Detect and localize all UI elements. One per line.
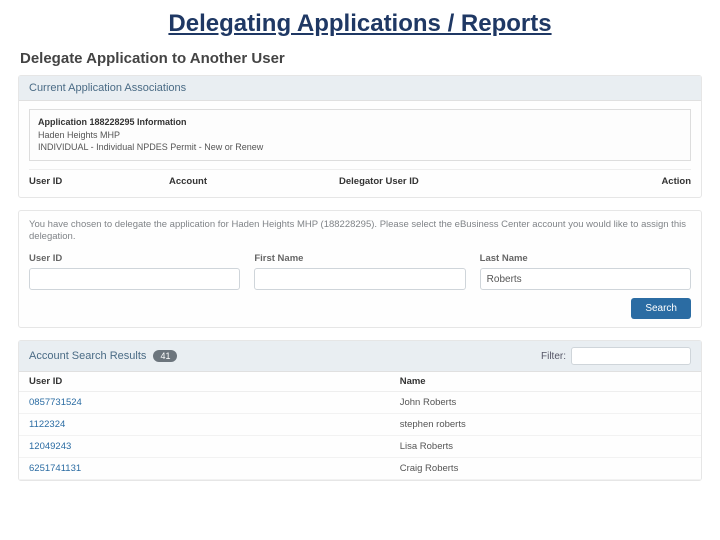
col-delegator: Delegator User ID <box>339 176 631 187</box>
results-table-header: User ID Name <box>19 372 701 392</box>
table-row[interactable]: 0857731524John Roberts <box>19 392 701 414</box>
user-id-input[interactable] <box>29 268 240 290</box>
table-row[interactable]: 6251741131Craig Roberts <box>19 458 701 480</box>
col-results-user-id: User ID <box>29 376 400 387</box>
table-row[interactable]: 12049243Lisa Roberts <box>19 436 701 458</box>
result-user-id: 1122324 <box>29 419 400 430</box>
col-account: Account <box>169 176 339 187</box>
result-name: Craig Roberts <box>400 463 691 474</box>
panel-associations-title: Current Application Associations <box>29 82 186 94</box>
search-instruction: You have chosen to delegate the applicat… <box>29 219 691 244</box>
panel-associations-header: Current Application Associations <box>19 76 701 101</box>
results-count-badge: 41 <box>153 350 177 362</box>
result-user-id: 6251741131 <box>29 463 400 474</box>
table-row[interactable]: 1122324stephen roberts <box>19 414 701 436</box>
panel-associations: Current Application Associations Applica… <box>18 75 702 198</box>
label-last-name: Last Name <box>480 253 691 264</box>
filter-label: Filter: <box>541 351 566 362</box>
result-name: Lisa Roberts <box>400 441 691 452</box>
col-user-id: User ID <box>29 176 169 187</box>
col-action: Action <box>631 176 691 187</box>
application-info-line1: Haden Heights MHP <box>38 129 682 142</box>
result-user-id: 12049243 <box>29 441 400 452</box>
panel-results-header: Account Search Results 41 Filter: <box>19 341 701 372</box>
result-name: John Roberts <box>400 397 691 408</box>
result-name: stephen roberts <box>400 419 691 430</box>
last-name-input[interactable] <box>480 268 691 290</box>
results-title: Account Search Results <box>29 350 146 362</box>
col-results-name: Name <box>400 376 691 387</box>
first-name-input[interactable] <box>254 268 465 290</box>
filter-input[interactable] <box>571 347 691 365</box>
panel-results: Account Search Results 41 Filter: User I… <box>18 340 702 481</box>
application-info-title: Application 188228295 Information <box>38 116 682 129</box>
page-heading: Delegate Application to Another User <box>20 50 702 67</box>
result-user-id: 0857731524 <box>29 397 400 408</box>
slide-title: Delegating Applications / Reports <box>0 0 720 46</box>
application-info-line2: INDIVIDUAL - Individual NPDES Permit - N… <box>38 141 682 154</box>
search-button[interactable]: Search <box>631 298 691 319</box>
panel-search: You have chosen to delegate the applicat… <box>18 210 702 329</box>
application-info-box: Application 188228295 Information Haden … <box>29 109 691 161</box>
assoc-table-header: User ID Account Delegator User ID Action <box>29 169 691 189</box>
label-first-name: First Name <box>254 253 465 264</box>
label-user-id: User ID <box>29 253 240 264</box>
